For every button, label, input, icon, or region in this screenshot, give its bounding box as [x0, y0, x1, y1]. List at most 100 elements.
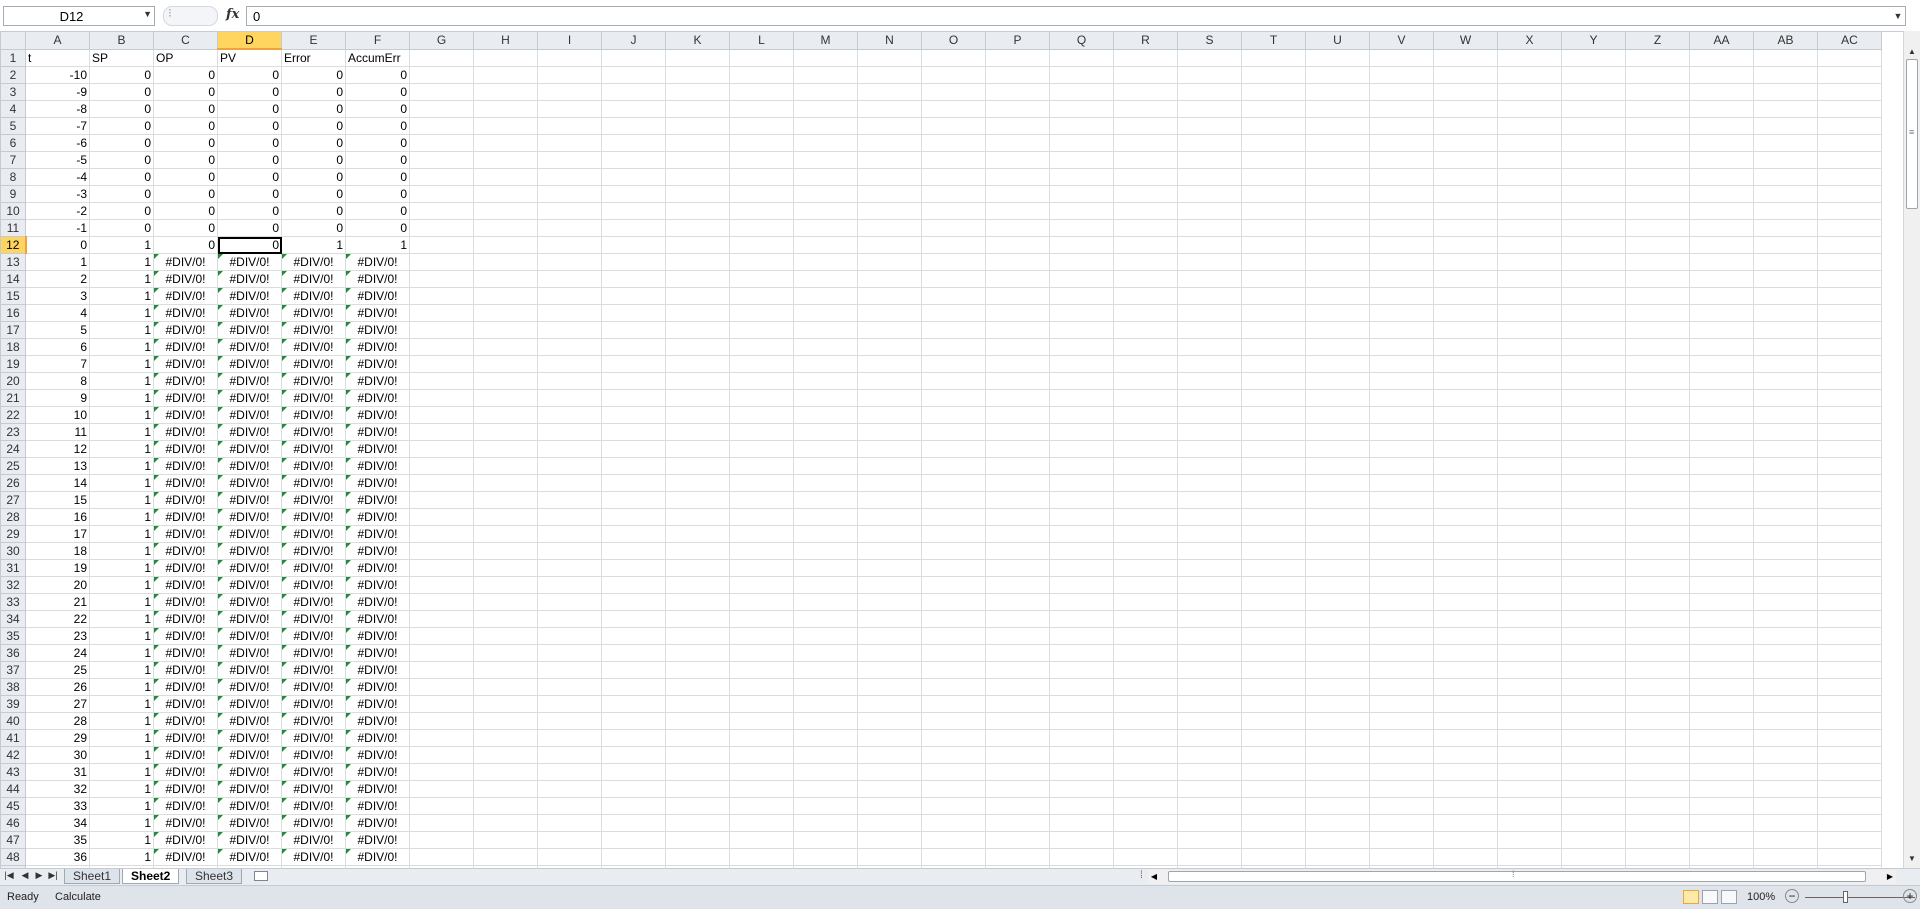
cell[interactable]	[1817, 66, 1882, 84]
cell[interactable]	[1113, 763, 1178, 781]
column-header-w[interactable]: W	[1433, 31, 1498, 50]
cell[interactable]	[1113, 814, 1178, 832]
cell[interactable]	[1433, 644, 1498, 662]
cell[interactable]	[729, 525, 794, 543]
cell[interactable]	[1113, 185, 1178, 203]
cell[interactable]	[409, 831, 474, 849]
cell[interactable]	[473, 321, 538, 339]
cell[interactable]	[601, 66, 666, 84]
cell[interactable]	[1497, 627, 1562, 645]
cell[interactable]	[1177, 746, 1242, 764]
cell[interactable]	[1753, 219, 1818, 237]
cell[interactable]	[729, 423, 794, 441]
cell[interactable]	[985, 236, 1050, 254]
cell[interactable]	[1689, 185, 1754, 203]
cell[interactable]	[729, 457, 794, 475]
cell[interactable]	[857, 491, 922, 509]
cell[interactable]	[1241, 287, 1306, 305]
cell[interactable]	[1753, 831, 1818, 849]
cell[interactable]	[537, 678, 602, 696]
cell[interactable]	[1497, 338, 1562, 356]
cell[interactable]	[537, 661, 602, 679]
cell[interactable]: #DIV/0!	[153, 729, 218, 747]
cell[interactable]	[409, 185, 474, 203]
cell[interactable]: #DIV/0!	[217, 729, 282, 747]
cell[interactable]	[537, 593, 602, 611]
cell[interactable]	[409, 389, 474, 407]
row-header[interactable]: 35	[0, 627, 26, 645]
column-header-e[interactable]: E	[281, 31, 346, 50]
cell[interactable]: 0	[89, 66, 154, 84]
cell[interactable]: #DIV/0!	[153, 372, 218, 390]
cell[interactable]: 1	[89, 304, 154, 322]
cell[interactable]	[1049, 712, 1114, 730]
cell[interactable]	[601, 814, 666, 832]
cell[interactable]	[665, 219, 730, 237]
cell[interactable]	[1177, 763, 1242, 781]
cell[interactable]	[1049, 491, 1114, 509]
cell[interactable]	[1369, 151, 1434, 169]
status-calculate[interactable]: Calculate	[55, 891, 101, 903]
cell[interactable]	[1177, 814, 1242, 832]
cell[interactable]	[1113, 270, 1178, 288]
cell[interactable]	[601, 593, 666, 611]
cell[interactable]: #DIV/0!	[345, 542, 410, 560]
cell[interactable]	[1689, 355, 1754, 373]
cell[interactable]: 0	[89, 219, 154, 237]
cell[interactable]: #DIV/0!	[153, 270, 218, 288]
cell[interactable]	[729, 848, 794, 866]
cell[interactable]	[1433, 321, 1498, 339]
cell[interactable]	[1817, 780, 1882, 798]
cell[interactable]	[1753, 474, 1818, 492]
cell[interactable]	[665, 457, 730, 475]
cell[interactable]	[857, 797, 922, 815]
cell[interactable]: #DIV/0!	[345, 372, 410, 390]
cell[interactable]	[409, 644, 474, 662]
cell[interactable]: 0	[281, 100, 346, 118]
cell[interactable]	[1433, 270, 1498, 288]
cell[interactable]	[857, 576, 922, 594]
cell[interactable]	[1497, 253, 1562, 271]
cell[interactable]	[1561, 202, 1626, 220]
row-header[interactable]: 17	[0, 321, 26, 339]
cell[interactable]: #DIV/0!	[217, 695, 282, 713]
column-header-f[interactable]: F	[345, 31, 410, 50]
cell[interactable]: 4	[25, 304, 90, 322]
cell[interactable]	[985, 219, 1050, 237]
cell[interactable]	[1113, 338, 1178, 356]
cell[interactable]	[1049, 525, 1114, 543]
cell[interactable]	[1305, 848, 1370, 866]
cell[interactable]: 1	[89, 389, 154, 407]
cell[interactable]	[473, 763, 538, 781]
cell[interactable]: #DIV/0!	[217, 253, 282, 271]
cell[interactable]	[601, 117, 666, 135]
row-header[interactable]: 20	[0, 372, 26, 390]
cell[interactable]	[1561, 797, 1626, 815]
page-layout-view-icon[interactable]	[1702, 890, 1718, 904]
cell[interactable]	[1497, 270, 1562, 288]
column-header-aa[interactable]: AA	[1689, 31, 1754, 50]
column-header-l[interactable]: L	[729, 31, 794, 50]
cell[interactable]	[1561, 219, 1626, 237]
cell[interactable]	[1305, 185, 1370, 203]
cell[interactable]	[985, 117, 1050, 135]
cell[interactable]	[1241, 712, 1306, 730]
cell[interactable]	[1305, 423, 1370, 441]
column-header-u[interactable]: U	[1305, 31, 1370, 50]
cell[interactable]	[665, 185, 730, 203]
cell[interactable]	[1241, 814, 1306, 832]
cell[interactable]: 22	[25, 610, 90, 628]
cell[interactable]: #DIV/0!	[217, 338, 282, 356]
cell[interactable]	[1305, 151, 1370, 169]
cell[interactable]	[1305, 746, 1370, 764]
expand-formula-bar-icon[interactable]: ▼	[1891, 7, 1905, 25]
cell[interactable]	[1817, 593, 1882, 611]
cell[interactable]	[1817, 321, 1882, 339]
cell[interactable]	[537, 287, 602, 305]
cell[interactable]: #DIV/0!	[345, 508, 410, 526]
cell[interactable]	[1241, 559, 1306, 577]
cell[interactable]	[1497, 814, 1562, 832]
cell[interactable]	[985, 66, 1050, 84]
cell[interactable]	[665, 270, 730, 288]
row-header[interactable]: 16	[0, 304, 26, 322]
